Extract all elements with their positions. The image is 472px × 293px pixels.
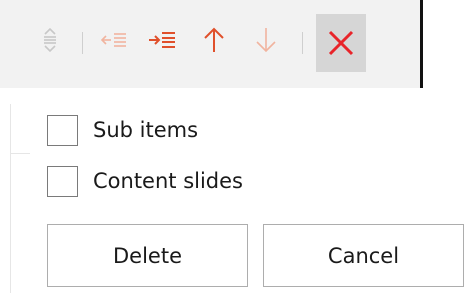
move-up-button[interactable] [198, 18, 230, 62]
cancel-button[interactable]: Cancel [263, 224, 464, 287]
move-up-icon [204, 27, 224, 52]
outdent-button[interactable] [98, 18, 130, 62]
divider [10, 104, 11, 293]
delete-options-popup: Sub items Content slides Delete Cancel [0, 0, 472, 293]
toolbar-separator [82, 32, 83, 54]
sub-items-option[interactable]: Sub items [47, 113, 198, 147]
sub-items-checkbox[interactable] [47, 114, 78, 146]
indent-icon [149, 32, 175, 48]
indent-button[interactable] [146, 18, 178, 62]
close-icon [328, 30, 354, 56]
content-slides-checkbox[interactable] [47, 165, 78, 197]
close-button[interactable] [316, 14, 366, 72]
reorder-button[interactable] [34, 18, 66, 62]
move-down-button[interactable] [250, 18, 282, 62]
content-slides-option[interactable]: Content slides [47, 164, 243, 198]
divider [10, 153, 30, 154]
outline-toolbar [0, 0, 472, 88]
toolbar-separator [302, 32, 303, 54]
editor-area [420, 0, 472, 88]
sub-items-label: Sub items [93, 118, 199, 142]
outdent-icon [100, 33, 126, 47]
delete-button[interactable]: Delete [47, 224, 248, 287]
move-down-icon [256, 28, 276, 53]
reorder-icon [44, 27, 56, 53]
content-slides-label: Content slides [93, 169, 243, 193]
